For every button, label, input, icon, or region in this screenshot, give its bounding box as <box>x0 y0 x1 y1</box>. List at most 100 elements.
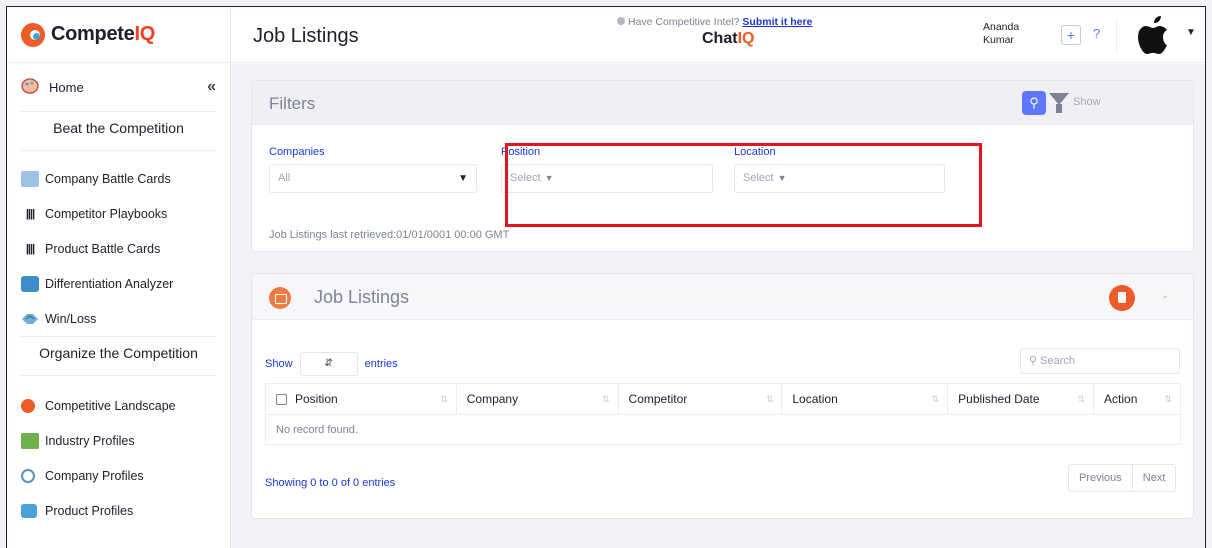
page-length-select[interactable]: ⇵ <box>299 352 358 376</box>
top-header: Job Listings Have Competitive Intel? Sub… <box>231 7 1205 63</box>
brand-suffix: IQ <box>134 23 155 45</box>
user-first-name: Ananda <box>983 21 1020 33</box>
sort-icon: ⇅ <box>931 394 940 404</box>
column-label: Competitor <box>628 392 688 406</box>
last-retrieved-text: Job Listings last retrieved:01/01/0001 0… <box>269 229 510 241</box>
chevron-down-icon[interactable]: ⌄ <box>1161 290 1169 301</box>
sidebar-item-product-battle-cards[interactable]: |||| Product Battle Cards <box>7 231 230 266</box>
company-logo-apple-icon[interactable] <box>1136 14 1176 58</box>
sidebar-item-label: Industry Profiles <box>45 433 135 448</box>
sidebar-item-label: Home <box>49 79 84 95</box>
sidebar-item-label: Competitor Playbooks <box>45 206 168 221</box>
show-label: Show <box>265 357 293 370</box>
companies-label: Companies <box>269 146 325 158</box>
collapse-sidebar-icon[interactable]: « <box>207 78 216 96</box>
job-listings-table: Position ⇅ Company ⇅ Competitor ⇅ Location ⇅… <box>265 383 1181 445</box>
submit-intel-link[interactable]: Submit it here <box>742 16 812 28</box>
show-filters-toggle[interactable]: Show <box>1073 96 1101 108</box>
select-all-checkbox[interactable] <box>276 394 287 406</box>
sidebar-item-differentiation-analyzer[interactable]: Differentiation Analyzer <box>7 266 230 301</box>
page-length-control: Show ⇵ entries <box>265 352 398 376</box>
sidebar-item-label: Win/Loss <box>45 311 97 326</box>
pagination: Previous Next <box>1068 464 1177 492</box>
table-search-input[interactable]: ⚲ Search <box>1020 348 1180 374</box>
sidebar-item-home[interactable]: Home « <box>7 63 230 111</box>
sidebar-item-product-profiles[interactable]: Product Profiles <box>7 493 230 528</box>
filter-icon[interactable] <box>1049 93 1069 113</box>
chevron-down-icon: ▼ <box>458 173 468 184</box>
next-button[interactable]: Next <box>1131 465 1176 491</box>
landscape-icon <box>21 398 35 413</box>
column-label: Location <box>792 392 838 406</box>
search-icon: ⚲ <box>1029 355 1038 367</box>
help-icon[interactable]: ? <box>1093 26 1100 41</box>
analyzer-icon <box>21 275 39 292</box>
column-label: Position <box>295 392 338 406</box>
sidebar-item-industry-profiles[interactable]: Industry Profiles <box>7 423 230 458</box>
companies-value: All <box>278 172 291 184</box>
column-header-action[interactable]: Action ⇅ <box>1093 383 1181 415</box>
column-header-location[interactable]: Location ⇅ <box>781 383 949 415</box>
entries-label: entries <box>364 357 398 370</box>
logo-icon <box>21 22 45 47</box>
industry-icon <box>21 432 39 449</box>
sort-icon: ⇅ <box>602 394 610 404</box>
package-icon <box>21 503 37 518</box>
column-header-competitor[interactable]: Competitor ⇅ <box>617 383 783 415</box>
sidebar-item-label: Product Profiles <box>45 503 134 518</box>
sidebar-item-company-profiles[interactable]: Company Profiles <box>7 458 230 493</box>
table-info: Showing 0 to 0 of 0 entries <box>265 477 396 489</box>
chat-suffix: IQ <box>737 30 755 47</box>
delete-icon[interactable] <box>1109 285 1135 311</box>
user-name[interactable]: Ananda Kumar <box>983 21 1019 47</box>
column-header-published-date[interactable]: Published Date ⇅ <box>947 383 1095 415</box>
magnifier-icon <box>21 468 35 483</box>
user-menu-caret-icon[interactable]: ▼ <box>1186 27 1196 38</box>
brand-name: CompeteIQ <box>51 23 155 46</box>
table-header-row: Position ⇅ Company ⇅ Competitor ⇅ Location ⇅… <box>265 383 1181 415</box>
intel-banner: Have Competitive Intel? Submit it here <box>617 16 812 28</box>
brand-prefix: Compete <box>51 23 135 45</box>
handshake-icon <box>21 311 39 327</box>
page-title: Job Listings <box>253 25 359 47</box>
sort-icon: ⇅ <box>765 394 774 404</box>
sidebar-item-competitive-landscape[interactable]: Competitive Landscape <box>7 388 230 423</box>
listing-icon <box>269 287 291 309</box>
barcode-icon: |||| <box>25 242 35 255</box>
previous-button[interactable]: Previous <box>1069 465 1132 491</box>
chatiq-link[interactable]: ChatIQ <box>702 30 754 48</box>
column-label: Published Date <box>958 392 1040 406</box>
sidebar-item-label: Competitive Landscape <box>45 398 176 413</box>
search-icon[interactable]: ⚲ <box>1022 91 1046 115</box>
empty-message: No record found. <box>265 414 1181 445</box>
job-listings-header: Job Listings ⌄ <box>252 274 1193 320</box>
section-title-beat: Beat the Competition <box>21 111 216 151</box>
column-label: Company <box>466 392 519 406</box>
brand-logo[interactable]: CompeteIQ <box>7 7 230 63</box>
job-listings-title: Job Listings <box>314 287 410 307</box>
companies-select[interactable]: All ▼ <box>269 164 477 193</box>
column-label: Action <box>1104 392 1138 406</box>
main-content: Filters ⚲ Show Companies All ▼ Position … <box>231 64 1205 548</box>
chat-prefix: Chat <box>702 30 738 47</box>
highlight-box <box>505 143 982 227</box>
sidebar-item-label: Company Battle Cards <box>45 171 171 186</box>
sidebar-item-label: Product Battle Cards <box>45 241 161 256</box>
filters-header: Filters ⚲ Show <box>252 81 1193 125</box>
search-placeholder: Search <box>1040 355 1075 367</box>
sidebar-item-label: Differentiation Analyzer <box>45 276 174 291</box>
filters-title: Filters <box>269 94 316 113</box>
sidebar-item-company-battle-cards[interactable]: Company Battle Cards <box>7 161 230 196</box>
sidebar-item-competitor-playbooks[interactable]: |||| Competitor Playbooks <box>7 196 230 231</box>
add-button[interactable]: + <box>1061 25 1081 45</box>
sort-icon: ⇅ <box>1164 394 1172 404</box>
palette-icon <box>21 77 39 97</box>
sort-icon: ⇅ <box>1077 394 1086 404</box>
sidebar-item-win-loss[interactable]: Win/Loss <box>7 301 230 336</box>
column-header-company[interactable]: Company ⇅ <box>455 383 619 415</box>
job-listings-panel: Job Listings ⌄ Show ⇵ entries ⚲ Search P… <box>251 273 1194 519</box>
buildings-icon <box>21 170 39 187</box>
column-header-position[interactable]: Position ⇅ <box>265 383 457 415</box>
app-frame: CompeteIQ Home « Beat the Competition Co… <box>6 6 1206 548</box>
intel-text: Have Competitive Intel? <box>628 16 740 28</box>
